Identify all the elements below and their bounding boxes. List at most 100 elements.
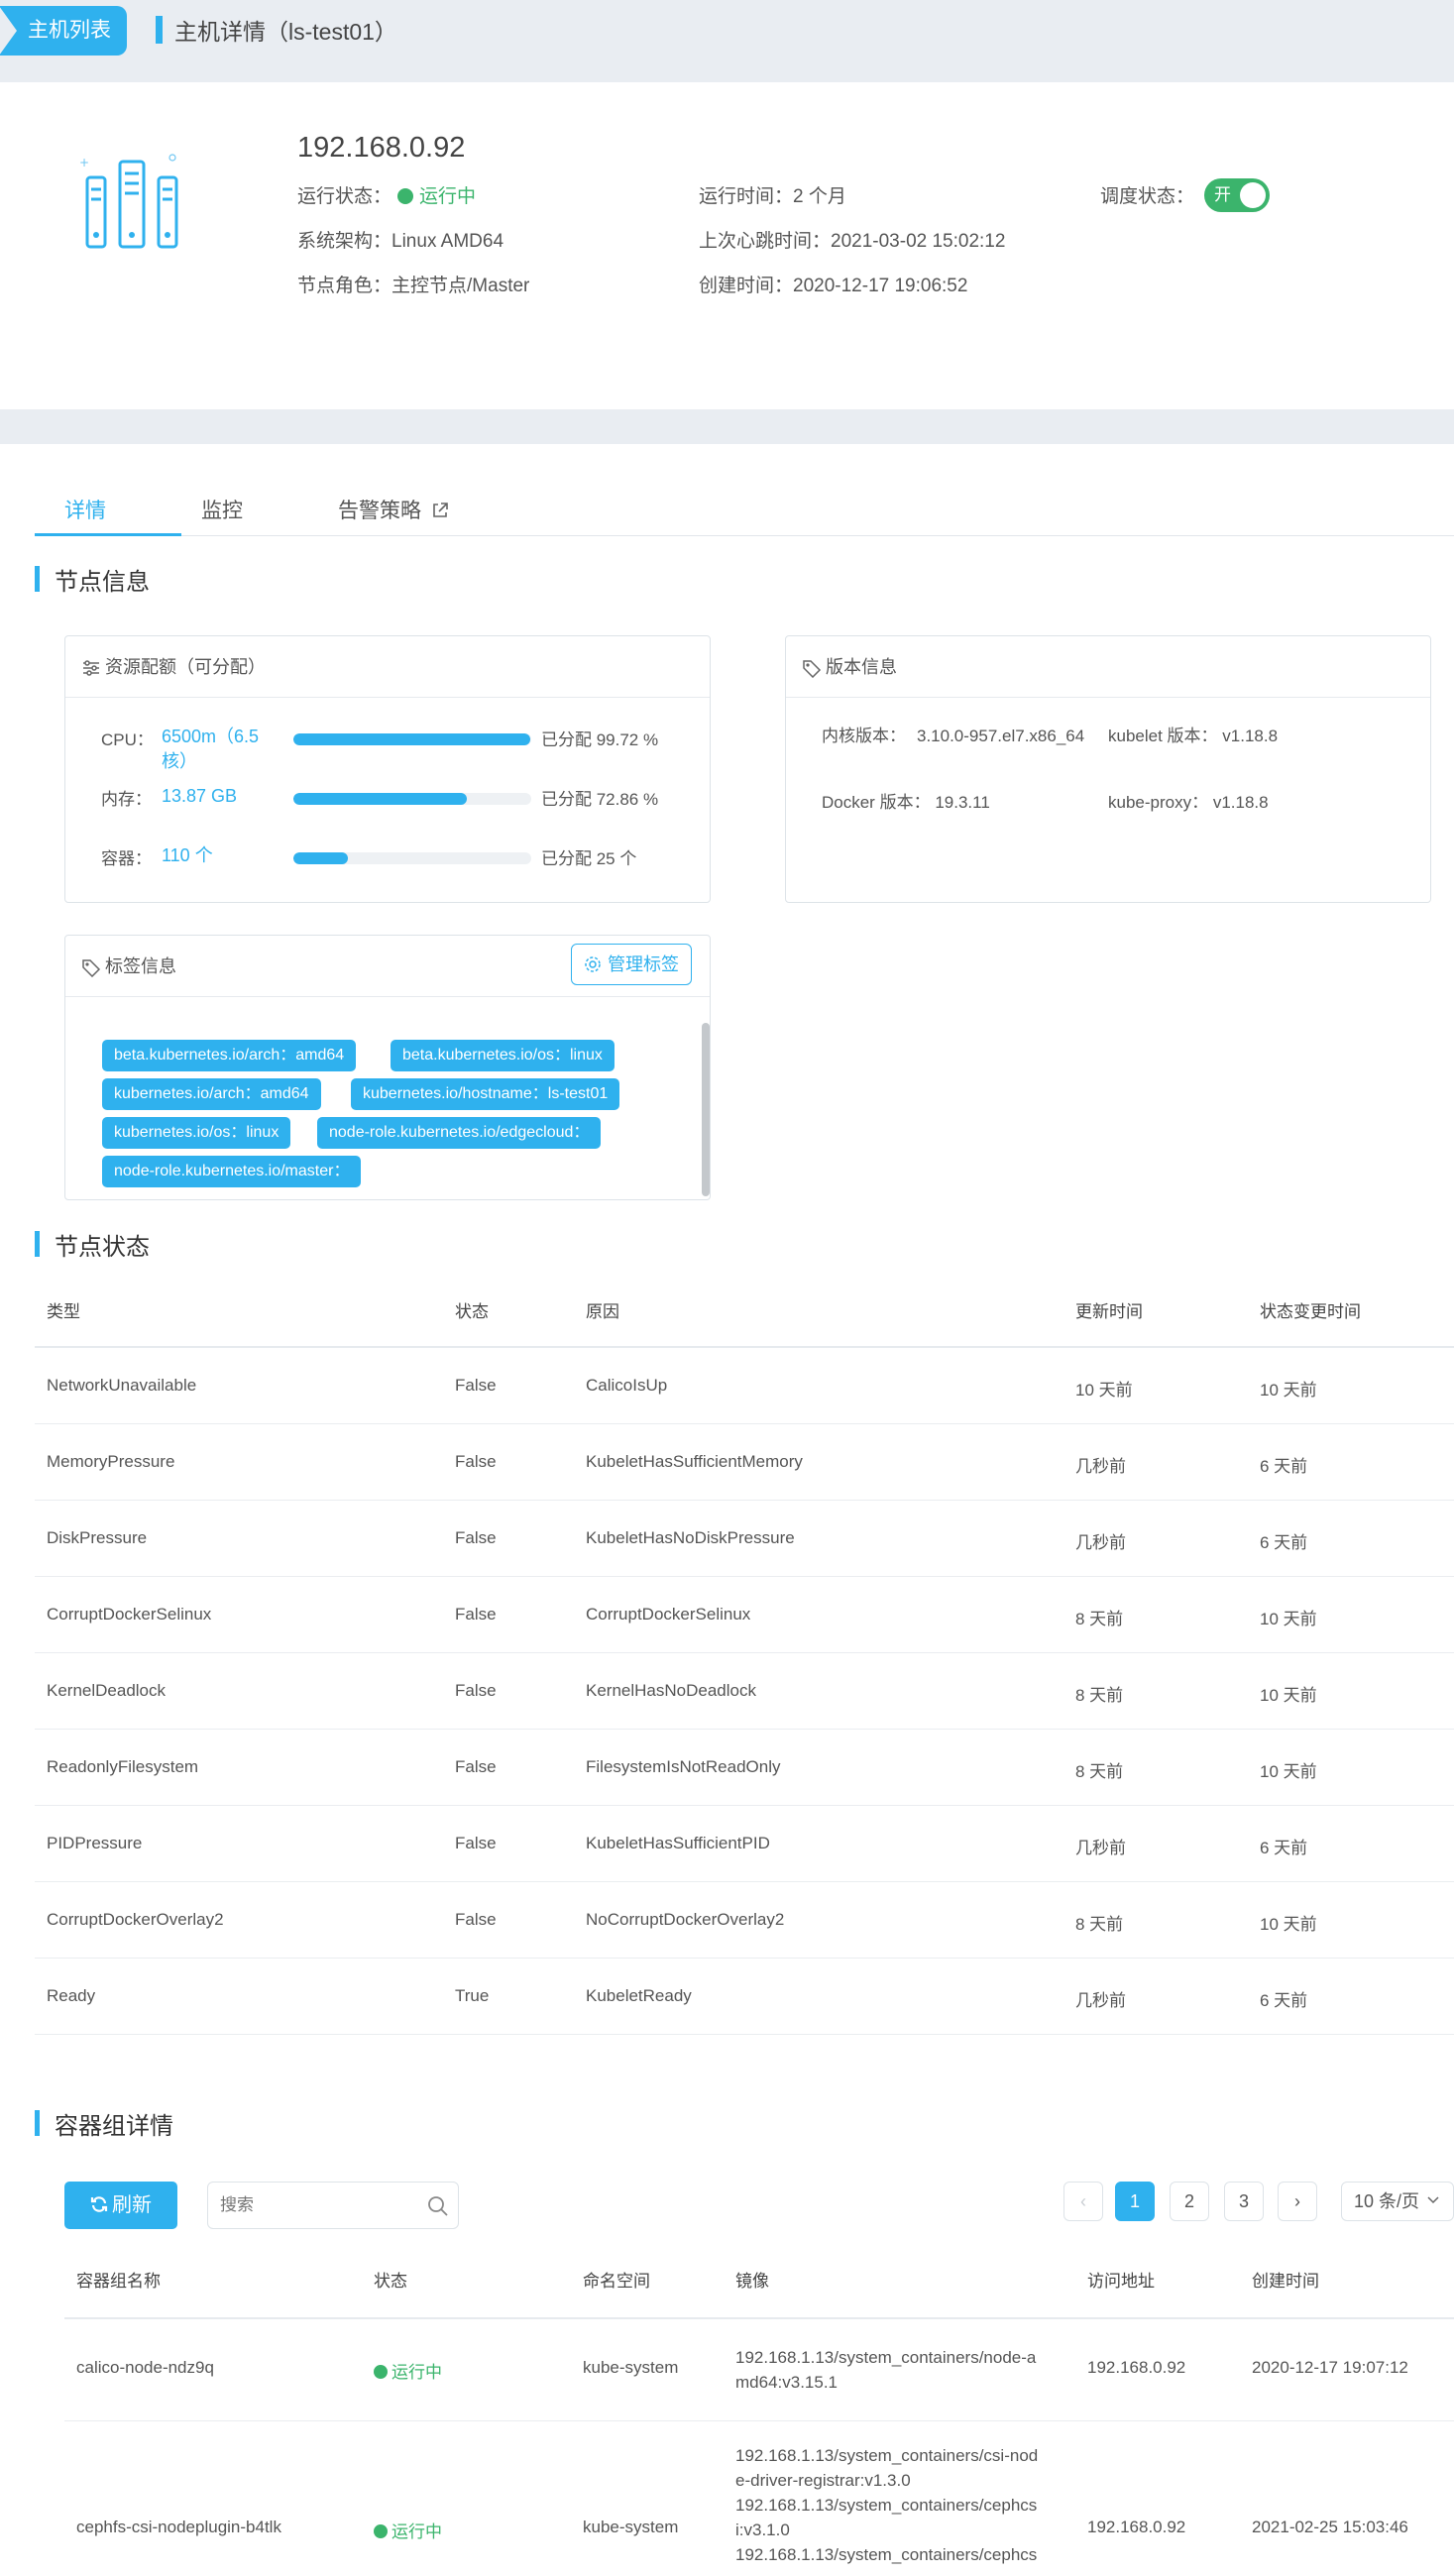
table-cell: 8 天前: [1075, 1762, 1124, 1781]
node-role: 节点角色：主控节点/Master: [297, 276, 530, 296]
table-cell: False: [455, 1910, 497, 1929]
table-cell: False: [455, 1605, 497, 1624]
table-row: KernelDeadlock False KernelHasNoDeadlock 8 …: [35, 1653, 1454, 1730]
host-list-back-button[interactable]: 主机列表: [0, 6, 127, 56]
sliders-icon: [83, 660, 99, 676]
table-cell: 10 天前: [1260, 1381, 1317, 1400]
toggle-knob: [1240, 182, 1266, 208]
table-cell: MemoryPressure: [47, 1452, 175, 1471]
table-cell: Ready: [47, 1986, 96, 2005]
external-link-icon: [433, 503, 448, 517]
tab-detail[interactable]: 详情: [64, 495, 106, 524]
memory-allocated: 已分配 72.86 %: [541, 790, 659, 809]
pods-table: 容器组名称 状态 命名空间 镜像 访问地址 创建时间 calico-node-n…: [64, 2245, 1454, 2576]
running-status-dot: [397, 188, 414, 204]
system-arch: 系统架构：Linux AMD64: [297, 231, 504, 252]
table-row: Ready True KubeletReady 几秒前 6 天前: [35, 1959, 1454, 2035]
table-cell: KernelHasNoDeadlock: [586, 1681, 756, 1700]
prev-page-button[interactable]: ‹: [1063, 2182, 1103, 2221]
cpu-value: 6500m（6.5核）: [162, 727, 260, 771]
label-tag: node-role.kubernetes.io/edgecloud：: [317, 1117, 602, 1149]
table-cell: 10 天前: [1260, 1686, 1317, 1705]
last-heartbeat: 上次心跳时间：2021-03-02 15:02:12: [699, 231, 1006, 252]
table-cell: KubeletHasNoDiskPressure: [586, 1528, 795, 1547]
table-cell: NetworkUnavailable: [47, 1376, 197, 1395]
manage-labels-button[interactable]: 管理标签: [571, 944, 692, 985]
table-cell: False: [455, 1834, 497, 1852]
page-2-button[interactable]: 2: [1170, 2182, 1209, 2221]
version-info-header: 版本信息: [786, 636, 1430, 698]
tab-alert-policy[interactable]: 告警策略: [338, 495, 449, 524]
labels-panel: 标签信息 管理标签 beta.kubernetes.io/arch：amd64 …: [64, 935, 711, 1200]
resource-quota-panel: 资源配额（可分配） CPU： 6500m（6.5核） 已分配 99.72 % 内…: [64, 635, 711, 903]
table-row: MemoryPressure False KubeletHasSufficientM…: [35, 1424, 1454, 1501]
kernel-label: 内核版本：: [822, 727, 906, 745]
label-tag: node-role.kubernetes.io/master：: [102, 1156, 362, 1187]
host-summary-card: + 192.168.0.92 运行状态： 运行中 运行时间：2 个月 调度状态： …: [0, 82, 1454, 409]
kubelet-version: kubelet 版本： v1.18.8: [1108, 727, 1279, 745]
cpu-row: CPU：: [101, 730, 154, 749]
table-cell: 6 天前: [1260, 1457, 1308, 1476]
table-cell: False: [455, 1681, 497, 1700]
host-ip: 192.168.0.92: [297, 132, 466, 164]
table-cell: CorruptDockerOverlay2: [47, 1910, 224, 1929]
server-icon: +: [79, 154, 178, 249]
kernel-value: 3.10.0-957.el7.x86_64: [917, 727, 1085, 745]
labels-header: 标签信息 管理标签: [65, 936, 710, 997]
table-cell: CorruptDockerSelinux: [47, 1605, 212, 1624]
page-size-select[interactable]: 10 条/页: [1341, 2182, 1454, 2221]
active-tab-indicator: [35, 533, 181, 536]
detail-tabs: 详情 监控 告警策略: [35, 483, 1454, 536]
table-cell: 6 天前: [1260, 1839, 1308, 1857]
chevron-down-icon: [1427, 2196, 1439, 2204]
label-tag: kubernetes.io/os：linux: [102, 1117, 291, 1149]
table-row: CorruptDockerOverlay2 False NoCorruptDocke…: [35, 1882, 1454, 1959]
resource-quota-header: 资源配额（可分配）: [65, 636, 710, 698]
title-accent-bar: [156, 16, 163, 44]
pods-table-header: 容器组名称 状态 命名空间 镜像 访问地址 创建时间: [64, 2245, 1454, 2319]
tag-icon: [82, 959, 101, 978]
table-cell: ReadonlyFilesystem: [47, 1757, 199, 1776]
node-info-title: 节点信息: [35, 562, 150, 597]
table-row: NetworkUnavailable False CalicoIsUp 10 天前 10…: [35, 1348, 1454, 1424]
table-cell: 几秒前: [1075, 1533, 1126, 1552]
table-row[interactable]: calico-node-ndz9q 运行中 kube-system 192.16…: [64, 2319, 1454, 2421]
table-cell: CalicoIsUp: [586, 1376, 668, 1395]
uptime: 运行时间：2 个月: [699, 186, 846, 207]
table-cell: 8 天前: [1075, 1686, 1124, 1705]
table-cell: FilesystemIsNotReadOnly: [586, 1757, 781, 1776]
page-1-button[interactable]: 1: [1115, 2182, 1155, 2221]
table-row: PIDPressure False KubeletHasSufficientPID 几…: [35, 1806, 1454, 1882]
label-tag: kubernetes.io/hostname：ls-test01: [351, 1078, 620, 1110]
node-status-table: 类型 状态 原因 更新时间 状态变更时间 NetworkUnavailable F…: [35, 1269, 1454, 2037]
pods-title: 容器组详情: [35, 2106, 173, 2141]
pod-search-box: [207, 2182, 459, 2229]
page-title: 主机详情（ls-test01）: [174, 19, 397, 45]
table-cell: False: [455, 1528, 497, 1547]
table-cell: 10 天前: [1075, 1381, 1133, 1400]
next-page-button[interactable]: ›: [1278, 2182, 1317, 2221]
container-allocated: 已分配 25 个: [541, 849, 637, 868]
search-icon[interactable]: [426, 2194, 450, 2218]
container-value: 110 个: [162, 845, 213, 865]
gear-icon: [585, 956, 601, 972]
labels-scrollbar[interactable]: [702, 1023, 710, 1196]
table-cell: 10 天前: [1260, 1762, 1317, 1781]
memory-value: 13.87 GB: [162, 786, 238, 806]
table-cell: KubeletReady: [586, 1986, 692, 2005]
pod-search-input[interactable]: [208, 2183, 406, 2228]
created-time: 创建时间：2020-12-17 19:06:52: [699, 276, 968, 296]
table-row: DiskPressure False KubeletHasNoDiskPressur…: [35, 1501, 1454, 1577]
table-cell: 几秒前: [1075, 1991, 1126, 2010]
page-3-button[interactable]: 3: [1224, 2182, 1264, 2221]
table-row[interactable]: cephfs-csi-nodeplugin-b4tlk 运行中 kube-sys…: [64, 2421, 1454, 2576]
table-cell: 6 天前: [1260, 1533, 1308, 1552]
table-cell: KubeletHasSufficientMemory: [586, 1452, 803, 1471]
table-cell: 10 天前: [1260, 1610, 1317, 1628]
label-tag: beta.kubernetes.io/os：linux: [391, 1040, 615, 1071]
tab-monitor[interactable]: 监控: [201, 495, 243, 524]
table-cell: NoCorruptDockerOverlay2: [586, 1910, 785, 1929]
refresh-button[interactable]: 刷新: [64, 2182, 177, 2229]
top-bar: 主机列表 主机详情（ls-test01）: [0, 0, 1454, 82]
schedule-toggle[interactable]: 开: [1204, 178, 1270, 212]
